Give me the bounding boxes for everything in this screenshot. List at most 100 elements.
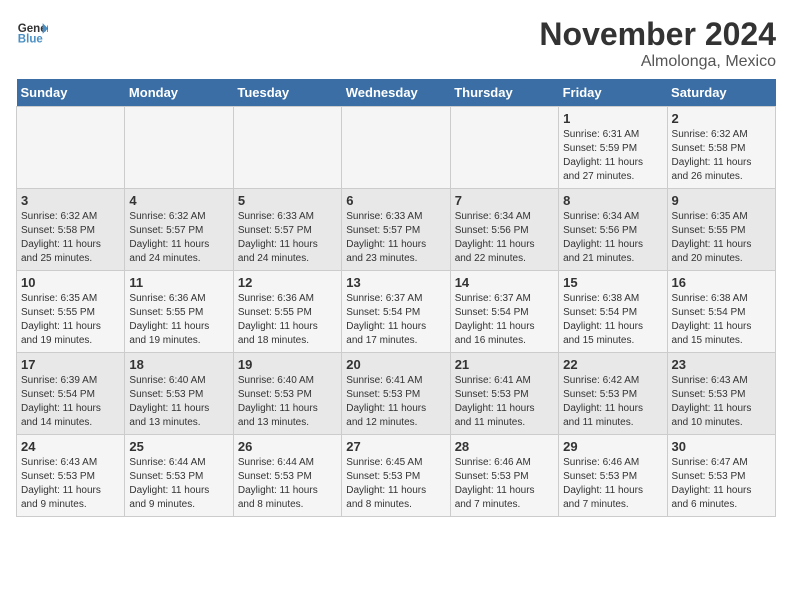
title-block: November 2024 Almolonga, Mexico [539, 16, 776, 71]
weekday-header: Sunday [17, 79, 125, 107]
day-info: Sunrise: 6:41 AM Sunset: 5:53 PM Dayligh… [455, 374, 554, 430]
calendar-cell: 7 Sunrise: 6:34 AM Sunset: 5:56 PM Daylig… [450, 189, 558, 271]
page-subtitle: Almolonga, Mexico [539, 53, 776, 71]
calendar-week-row: 17 Sunrise: 6:39 AM Sunset: 5:54 PM Dayli… [17, 353, 776, 435]
calendar-cell: 15 Sunrise: 6:38 AM Sunset: 5:54 PM Dayli… [559, 271, 667, 353]
day-number: 10 [21, 275, 120, 290]
logo: General Blue [16, 16, 48, 48]
calendar-cell: 11Sunrise: 6:36 AM Sunset: 5:55 PM Dayli… [125, 271, 233, 353]
day-info: Sunrise: 6:47 AM Sunset: 5:53 PM Dayligh… [672, 456, 771, 512]
calendar-cell: 21 Sunrise: 6:41 AM Sunset: 5:53 PM Dayli… [450, 353, 558, 435]
calendar-cell: 28 Sunrise: 6:46 AM Sunset: 5:53 PM Dayli… [450, 435, 558, 517]
weekday-header-row: SundayMondayTuesdayWednesdayThursdayFrid… [17, 79, 776, 107]
day-number: 13 [346, 275, 445, 290]
calendar-cell [125, 107, 233, 189]
calendar-cell: 10 Sunrise: 6:35 AM Sunset: 5:55 PM Dayli… [17, 271, 125, 353]
day-info: Sunrise: 6:40 AM Sunset: 5:53 PM Dayligh… [238, 374, 337, 430]
day-info: Sunrise: 6:42 AM Sunset: 5:53 PM Dayligh… [563, 374, 662, 430]
day-number: 3 [21, 193, 120, 208]
day-number: 17 [21, 357, 120, 372]
day-number: 1 [563, 111, 662, 126]
day-number: 22 [563, 357, 662, 372]
weekday-header: Thursday [450, 79, 558, 107]
calendar-cell: 12 Sunrise: 6:36 AM Sunset: 5:55 PM Dayli… [233, 271, 341, 353]
day-number: 29 [563, 439, 662, 454]
calendar-cell: 9 Sunrise: 6:35 AM Sunset: 5:55 PM Daylig… [667, 189, 775, 271]
day-number: 24 [21, 439, 120, 454]
day-info: Sunrise: 6:38 AM Sunset: 5:54 PM Dayligh… [672, 292, 771, 348]
day-info: Sunrise: 6:41 AM Sunset: 5:53 PM Dayligh… [346, 374, 445, 430]
day-number: 23 [672, 357, 771, 372]
day-info: Sunrise: 6:32 AM Sunset: 5:57 PM Dayligh… [129, 210, 228, 266]
day-number: 2 [672, 111, 771, 126]
day-number: 26 [238, 439, 337, 454]
day-info: Sunrise: 6:36 AM Sunset: 5:55 PM Dayligh… [129, 292, 228, 348]
calendar-cell: 27 Sunrise: 6:45 AM Sunset: 5:53 PM Dayli… [342, 435, 450, 517]
calendar-cell: 14Sunrise: 6:37 AM Sunset: 5:54 PM Dayli… [450, 271, 558, 353]
calendar-cell: 25Sunrise: 6:44 AM Sunset: 5:53 PM Dayli… [125, 435, 233, 517]
day-info: Sunrise: 6:43 AM Sunset: 5:53 PM Dayligh… [21, 456, 120, 512]
calendar-week-row: 3 Sunrise: 6:32 AM Sunset: 5:58 PM Daylig… [17, 189, 776, 271]
calendar-table: SundayMondayTuesdayWednesdayThursdayFrid… [16, 79, 776, 517]
day-number: 27 [346, 439, 445, 454]
day-number: 25 [129, 439, 228, 454]
day-number: 7 [455, 193, 554, 208]
page-title: November 2024 [539, 16, 776, 53]
calendar-cell: 5 Sunrise: 6:33 AM Sunset: 5:57 PM Daylig… [233, 189, 341, 271]
day-number: 20 [346, 357, 445, 372]
day-info: Sunrise: 6:46 AM Sunset: 5:53 PM Dayligh… [563, 456, 662, 512]
day-info: Sunrise: 6:35 AM Sunset: 5:55 PM Dayligh… [672, 210, 771, 266]
calendar-cell [342, 107, 450, 189]
calendar-cell: 18 Sunrise: 6:40 AM Sunset: 5:53 PM Dayli… [125, 353, 233, 435]
day-info: Sunrise: 6:38 AM Sunset: 5:54 PM Dayligh… [563, 292, 662, 348]
day-info: Sunrise: 6:34 AM Sunset: 5:56 PM Dayligh… [455, 210, 554, 266]
day-info: Sunrise: 6:46 AM Sunset: 5:53 PM Dayligh… [455, 456, 554, 512]
calendar-cell: 3 Sunrise: 6:32 AM Sunset: 5:58 PM Daylig… [17, 189, 125, 271]
day-number: 4 [129, 193, 228, 208]
day-number: 12 [238, 275, 337, 290]
calendar-cell: 20 Sunrise: 6:41 AM Sunset: 5:53 PM Dayli… [342, 353, 450, 435]
calendar-cell: 1 Sunrise: 6:31 AM Sunset: 5:59 PM Daylig… [559, 107, 667, 189]
calendar-cell [233, 107, 341, 189]
day-info: Sunrise: 6:43 AM Sunset: 5:53 PM Dayligh… [672, 374, 771, 430]
day-info: Sunrise: 6:45 AM Sunset: 5:53 PM Dayligh… [346, 456, 445, 512]
day-info: Sunrise: 6:44 AM Sunset: 5:53 PM Dayligh… [238, 456, 337, 512]
calendar-cell: 17 Sunrise: 6:39 AM Sunset: 5:54 PM Dayli… [17, 353, 125, 435]
day-number: 16 [672, 275, 771, 290]
calendar-cell: 19 Sunrise: 6:40 AM Sunset: 5:53 PM Dayli… [233, 353, 341, 435]
calendar-week-row: 1 Sunrise: 6:31 AM Sunset: 5:59 PM Daylig… [17, 107, 776, 189]
calendar-week-row: 24 Sunrise: 6:43 AM Sunset: 5:53 PM Dayli… [17, 435, 776, 517]
day-number: 9 [672, 193, 771, 208]
day-number: 5 [238, 193, 337, 208]
day-info: Sunrise: 6:39 AM Sunset: 5:54 PM Dayligh… [21, 374, 120, 430]
day-number: 18 [129, 357, 228, 372]
day-info: Sunrise: 6:33 AM Sunset: 5:57 PM Dayligh… [346, 210, 445, 266]
day-number: 8 [563, 193, 662, 208]
weekday-header: Wednesday [342, 79, 450, 107]
day-info: Sunrise: 6:34 AM Sunset: 5:56 PM Dayligh… [563, 210, 662, 266]
day-number: 15 [563, 275, 662, 290]
day-info: Sunrise: 6:35 AM Sunset: 5:55 PM Dayligh… [21, 292, 120, 348]
calendar-cell: 8 Sunrise: 6:34 AM Sunset: 5:56 PM Daylig… [559, 189, 667, 271]
day-number: 19 [238, 357, 337, 372]
calendar-cell: 4 Sunrise: 6:32 AM Sunset: 5:57 PM Daylig… [125, 189, 233, 271]
day-number: 21 [455, 357, 554, 372]
day-info: Sunrise: 6:40 AM Sunset: 5:53 PM Dayligh… [129, 374, 228, 430]
day-number: 28 [455, 439, 554, 454]
weekday-header: Saturday [667, 79, 775, 107]
weekday-header: Friday [559, 79, 667, 107]
page-header: General Blue November 2024 Almolonga, Me… [16, 16, 776, 71]
calendar-cell: 30 Sunrise: 6:47 AM Sunset: 5:53 PM Dayli… [667, 435, 775, 517]
day-info: Sunrise: 6:31 AM Sunset: 5:59 PM Dayligh… [563, 128, 662, 184]
day-info: Sunrise: 6:32 AM Sunset: 5:58 PM Dayligh… [21, 210, 120, 266]
day-info: Sunrise: 6:36 AM Sunset: 5:55 PM Dayligh… [238, 292, 337, 348]
day-info: Sunrise: 6:37 AM Sunset: 5:54 PM Dayligh… [455, 292, 554, 348]
svg-text:Blue: Blue [18, 34, 44, 46]
calendar-cell: 16 Sunrise: 6:38 AM Sunset: 5:54 PM Dayli… [667, 271, 775, 353]
calendar-cell: 22 Sunrise: 6:42 AM Sunset: 5:53 PM Dayli… [559, 353, 667, 435]
calendar-cell: 6Sunrise: 6:33 AM Sunset: 5:57 PM Daylig… [342, 189, 450, 271]
day-number: 30 [672, 439, 771, 454]
calendar-body: 1 Sunrise: 6:31 AM Sunset: 5:59 PM Daylig… [17, 107, 776, 517]
calendar-cell: 23 Sunrise: 6:43 AM Sunset: 5:53 PM Dayli… [667, 353, 775, 435]
day-info: Sunrise: 6:33 AM Sunset: 5:57 PM Dayligh… [238, 210, 337, 266]
